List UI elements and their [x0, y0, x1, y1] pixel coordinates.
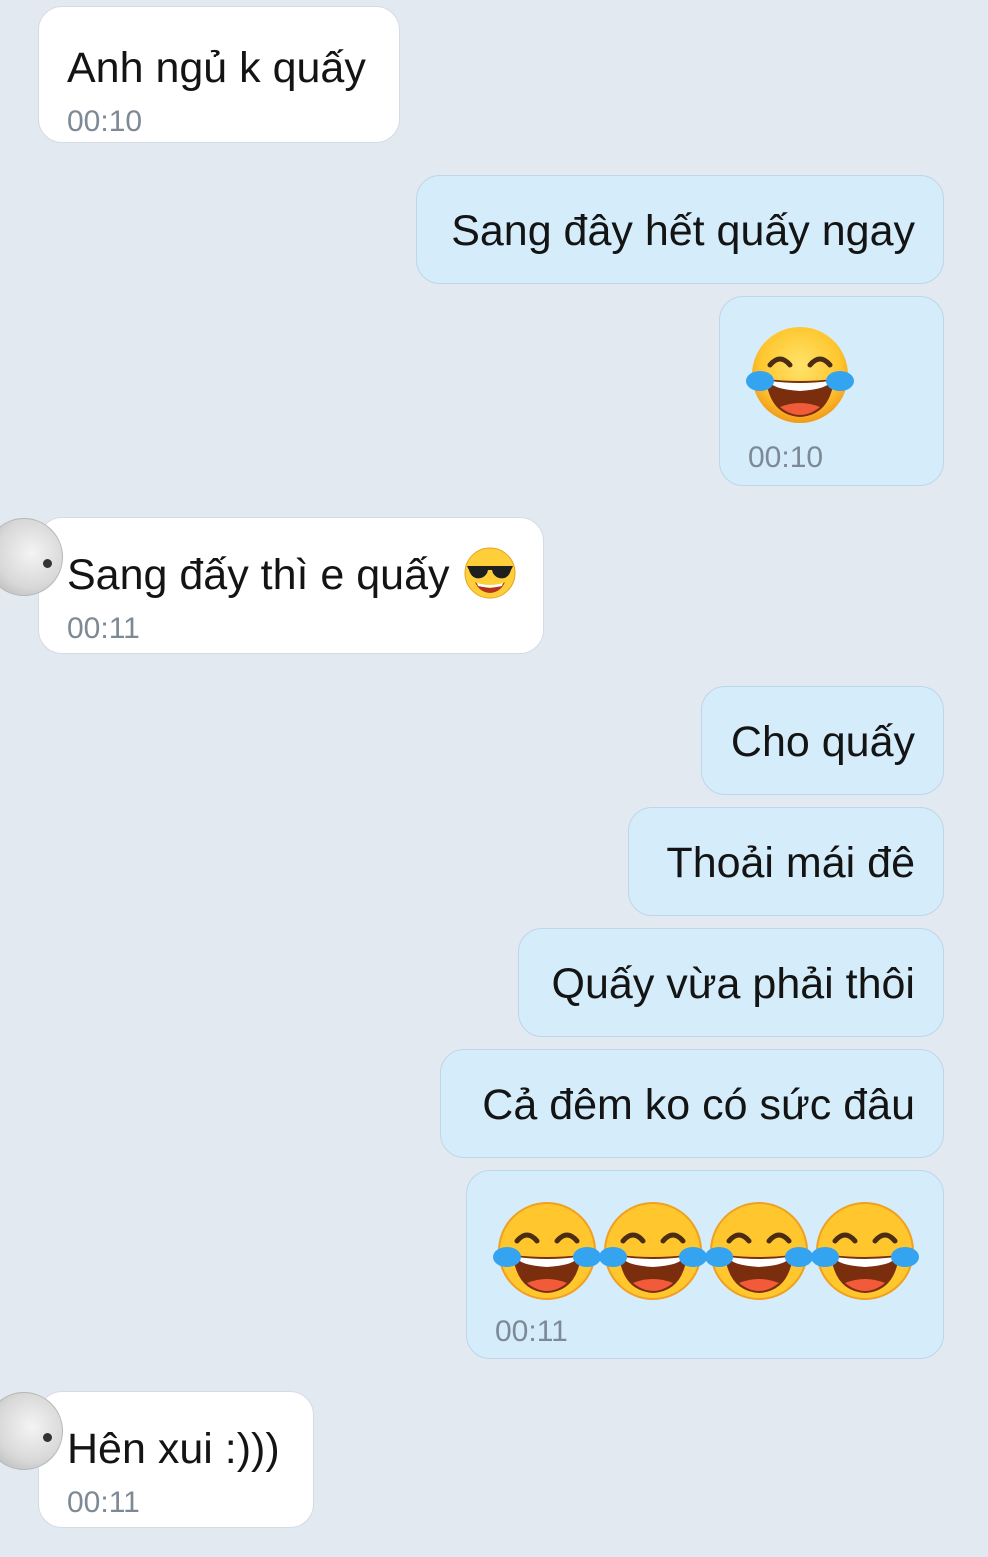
- message-text: Thoải mái đê: [666, 839, 915, 887]
- face-with-tears-of-joy-icon: [746, 325, 854, 425]
- message-timestamp: 00:11: [495, 1315, 568, 1348]
- avatar[interactable]: [0, 518, 63, 596]
- message-timestamp: 00:11: [67, 1486, 140, 1519]
- message-text: Quấy vừa phải thôi: [551, 960, 915, 1008]
- emoji-row: [493, 1201, 919, 1301]
- face-with-tears-of-joy-icon: [493, 1201, 601, 1301]
- message-text: Cho quấy: [730, 718, 915, 766]
- message-text: Hên xui :))): [67, 1425, 280, 1473]
- message-timestamp: 00:11: [67, 612, 140, 645]
- message-bubble-sent-emoji[interactable]: 00:10: [719, 296, 944, 486]
- message-bubble-sent[interactable]: Thoải mái đê: [628, 807, 944, 916]
- message-text: Sang đấy thì e quấy: [67, 551, 450, 599]
- message-bubble-sent[interactable]: Sang đây hết quấy ngay: [416, 175, 944, 284]
- face-with-tears-of-joy-icon: [811, 1201, 919, 1301]
- message-text: Cả đêm ko có sức đâu: [482, 1081, 915, 1129]
- message-bubble-received[interactable]: Hên xui :))) 00:11: [0, 1391, 314, 1528]
- message-timestamp: 00:10: [67, 105, 143, 138]
- message-timestamp: 00:10: [748, 441, 824, 474]
- message-bubble-sent[interactable]: Quấy vừa phải thôi: [518, 928, 944, 1037]
- chat-screen: { "messages": [ {"direction": "received"…: [0, 0, 988, 1557]
- message-text: Sang đây hết quấy ngay: [451, 207, 915, 255]
- message-bubble-received[interactable]: Anh ngủ k quấy 00:10: [38, 6, 400, 143]
- smiling-face-with-sunglasses-icon: [463, 546, 517, 600]
- face-with-tears-of-joy-icon: [705, 1201, 813, 1301]
- face-with-tears-of-joy-icon: [599, 1201, 707, 1301]
- message-bubble-sent[interactable]: Cho quấy: [701, 686, 944, 795]
- message-bubble-sent[interactable]: Cả đêm ko có sức đâu: [440, 1049, 944, 1158]
- avatar[interactable]: [0, 1392, 63, 1470]
- message-bubble-sent-emoji[interactable]: 00:11: [466, 1170, 944, 1359]
- message-text: Anh ngủ k quấy: [67, 44, 366, 92]
- message-bubble-received[interactable]: Sang đấy thì e quấy 00:11: [0, 517, 544, 654]
